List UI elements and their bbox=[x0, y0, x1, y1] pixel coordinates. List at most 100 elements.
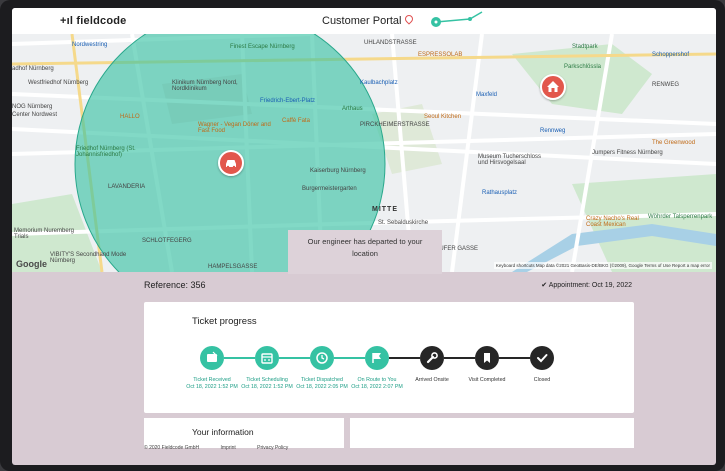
step-name: Ticket Scheduling bbox=[246, 377, 288, 383]
progress-step-ticket-received bbox=[200, 346, 224, 370]
step-name: Closed bbox=[533, 377, 551, 383]
home-icon bbox=[547, 81, 559, 92]
map-label: Museum Tucherschloss und Hirsvogelsaal bbox=[478, 154, 542, 166]
step-name: Arrived Onsite bbox=[415, 377, 449, 383]
wrench-icon bbox=[426, 352, 438, 364]
progress-step-label: Visit Completed bbox=[457, 377, 517, 384]
engineer-car-marker[interactable] bbox=[218, 150, 244, 176]
map-label: HAMPELSGASSE bbox=[208, 264, 258, 270]
progress-step-label: Ticket Dispatched Oct 18, 2022 2:05 PM bbox=[292, 377, 352, 391]
map-label: Kaiserburg Nürnberg bbox=[310, 168, 366, 174]
progress-step-ticket-scheduling bbox=[255, 346, 279, 370]
ticket-icon bbox=[207, 351, 218, 362]
fieldcode-logo[interactable]: +ıl fieldcode bbox=[60, 15, 126, 27]
progress-step-label: Closed bbox=[512, 377, 572, 384]
bookmark-icon bbox=[484, 353, 490, 363]
map-label: Friedrich-Ebert-Platz bbox=[260, 98, 316, 104]
map-label: Klinikum Nürnberg Nord, Nordklinikum bbox=[172, 80, 238, 92]
step-name: Ticket Received bbox=[193, 377, 231, 383]
map-label: Westfriedhof Nürnberg bbox=[28, 80, 89, 86]
location-pin-icon bbox=[403, 13, 416, 25]
progress-step-label: On Route to You Oct 18, 2022 2:07 PM bbox=[347, 377, 407, 391]
device-frame: +ıl fieldcode Customer Portal Nordwestri… bbox=[0, 0, 725, 471]
imprint-link[interactable]: Imprint bbox=[221, 445, 236, 451]
top-bar: +ıl fieldcode Customer Portal bbox=[12, 8, 716, 34]
footer: © 2020 Fieldcode GmbH Imprint Privacy Po… bbox=[144, 445, 308, 451]
flag-icon bbox=[372, 353, 381, 363]
map-label: MITTE bbox=[372, 206, 398, 213]
info-card-title: Your information bbox=[192, 427, 254, 437]
map-label: Friedhof Nürnberg (St. Johannisfriedhof) bbox=[76, 146, 136, 158]
calendar-icon bbox=[261, 353, 273, 364]
clock-icon bbox=[316, 352, 328, 364]
map-label: Maxfeld bbox=[476, 92, 498, 98]
map-label: Wagner - Vegan Döner and Fast Food bbox=[198, 122, 271, 134]
step-timestamp: Oct 18, 2022 2:07 PM bbox=[351, 384, 403, 390]
map-label: The Greenwood bbox=[652, 140, 696, 146]
map-label: HALLO bbox=[120, 114, 140, 120]
ticket-progress-title: Ticket progress bbox=[192, 316, 257, 327]
route-deco-icon bbox=[431, 11, 483, 27]
map-attribution[interactable]: Keyboard shortcuts Map data ©2021 GeoBas… bbox=[493, 262, 712, 269]
map-label: St. Sebalduskirche bbox=[378, 220, 429, 226]
progress-step-visit-completed bbox=[475, 346, 499, 370]
step-timestamp: Oct 18, 2022 1:52 PM bbox=[241, 384, 293, 390]
map-label: LAVANDERIA bbox=[108, 184, 146, 190]
progress-step-closed bbox=[530, 346, 554, 370]
progress-step-on-route-to-you bbox=[365, 346, 389, 370]
map-label: NOG Nürnberg bbox=[12, 104, 53, 110]
step-timestamp: Oct 18, 2022 2:05 PM bbox=[296, 384, 348, 390]
map-label: Wöhrder Talsperrenpark bbox=[648, 214, 713, 220]
map-label: Nordwestring bbox=[72, 42, 108, 48]
progress-step-ticket-dispatched bbox=[310, 346, 334, 370]
map-label: RENWEG bbox=[652, 82, 679, 88]
progress-step-arrived-onsite bbox=[420, 346, 444, 370]
progress-step-label: Ticket Received Oct 18, 2022 1:52 PM bbox=[182, 377, 242, 391]
screen: +ıl fieldcode Customer Portal Nordwestri… bbox=[12, 8, 716, 465]
map-label: adhof Nürnberg bbox=[12, 66, 54, 72]
progress-step-label: Arrived Onsite bbox=[402, 377, 462, 384]
customer-home-marker[interactable] bbox=[540, 74, 566, 100]
reference-label: Reference: 356 bbox=[144, 280, 206, 290]
portal-title: Customer Portal bbox=[322, 13, 416, 27]
map-label: VIBITY'S Secondhand Mode Nürnberg bbox=[50, 252, 127, 264]
map-label: Stadtpark bbox=[572, 44, 598, 50]
map-label: Seoul Kitchen bbox=[424, 114, 462, 120]
step-name: Ticket Dispatched bbox=[301, 377, 343, 383]
copyright-text: © 2020 Fieldcode GmbH bbox=[144, 445, 200, 451]
map-label: Crazy Nacho's Real Coast Mexican bbox=[586, 216, 639, 228]
map-label: Schoppershof bbox=[652, 52, 690, 58]
progress-connector bbox=[279, 357, 310, 359]
ticket-progress-card: Ticket progress Ticket Received Oct 18, 2… bbox=[144, 302, 634, 413]
progress-connector bbox=[444, 357, 475, 359]
map-label: Parkschlössla bbox=[564, 64, 602, 70]
map-label: Burgermeistergarten bbox=[302, 186, 357, 192]
google-logo: Google bbox=[16, 259, 47, 269]
step-timestamp: Oct 18, 2022 1:52 PM bbox=[186, 384, 238, 390]
status-tooltip: Our engineer has departed to your locati… bbox=[288, 230, 442, 274]
privacy-link[interactable]: Privacy Policy bbox=[257, 445, 288, 451]
portal-title-text: Customer Portal bbox=[322, 15, 402, 27]
progress-connector bbox=[389, 357, 420, 359]
progress-connector bbox=[334, 357, 365, 359]
step-name: Visit Completed bbox=[468, 377, 506, 383]
progress-step-label: Ticket Scheduling Oct 18, 2022 1:52 PM bbox=[237, 377, 297, 391]
map-label: Memorium Nuremberg Trials bbox=[14, 228, 75, 240]
map-label: UHLANDSTRASSE bbox=[364, 40, 417, 46]
secondary-card bbox=[350, 418, 634, 448]
map-label: Rathausplatz bbox=[482, 190, 518, 196]
map-label: Rennweg bbox=[540, 128, 566, 134]
info-card: Your information bbox=[144, 418, 344, 448]
car-icon bbox=[226, 160, 236, 169]
map-label: Finest Escape Nürnberg bbox=[230, 44, 295, 50]
appointment-label: ✔ Appointment: Oct 19, 2022 bbox=[541, 282, 632, 289]
progress-connector bbox=[499, 357, 530, 359]
map-label: Arthaus bbox=[342, 106, 363, 112]
map-label: Kaulbachplatz bbox=[360, 80, 398, 86]
map-label: Caffè Fata bbox=[282, 118, 310, 124]
map-label: Center Nordwest bbox=[12, 112, 58, 118]
step-name: On Route to You bbox=[357, 377, 397, 383]
map-label: PIRCKHEIMERSTRASSE bbox=[360, 122, 430, 128]
progress-connector bbox=[224, 357, 255, 359]
map-label: ESPRESSOLAB bbox=[418, 52, 463, 58]
